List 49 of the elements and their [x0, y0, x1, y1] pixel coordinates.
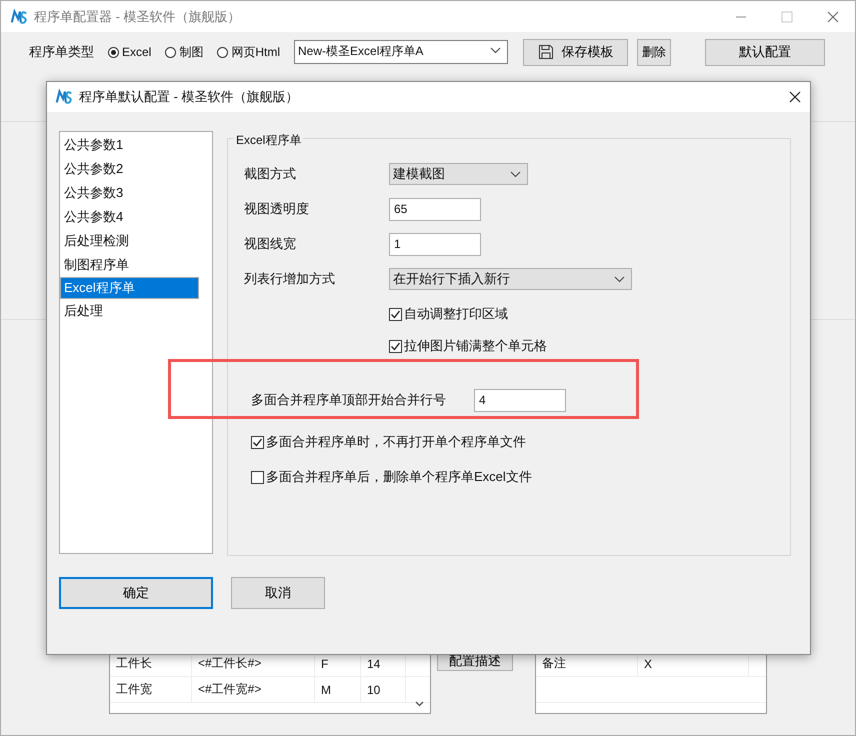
window-title: 程序单配置器 - 模圣软件（旗舰版）: [34, 8, 241, 26]
checkmark-icon: [390, 308, 401, 320]
category-item[interactable]: 后处理: [60, 299, 212, 323]
type-radio[interactable]: 网页Html: [217, 44, 280, 60]
chevron-icon: [614, 276, 625, 282]
field-label: 截图方式: [244, 165, 297, 183]
category-item[interactable]: 公共参数2: [60, 157, 212, 181]
close-icon[interactable]: [789, 91, 801, 103]
input-field[interactable]: 65: [389, 198, 481, 220]
checkmark-icon: [252, 436, 263, 448]
category-item[interactable]: 公共参数1: [60, 133, 212, 157]
save-template-button[interactable]: 保存模板: [523, 38, 628, 66]
category-item[interactable]: 后处理检测: [60, 229, 212, 253]
input-field[interactable]: 4: [474, 388, 566, 412]
field-label: 列表行增加方式: [244, 270, 336, 288]
chevron-icon: [490, 46, 502, 54]
category-item[interactable]: 制图程序单: [60, 253, 212, 277]
scroll-down-icon[interactable]: [415, 701, 424, 707]
logo-icon: [10, 8, 28, 26]
template-dropdown[interactable]: New-模圣Excel程序单A: [294, 40, 508, 64]
default-config-button[interactable]: 默认配置: [705, 38, 826, 66]
option-checkbox[interactable]: 拉伸图片铺满整个单元格: [389, 337, 547, 355]
logo-icon: [55, 88, 73, 106]
ok-button[interactable]: 确定: [59, 577, 213, 609]
category-item[interactable]: Excel程序单: [60, 277, 199, 299]
field-label: 视图线宽: [244, 235, 297, 253]
category-item[interactable]: 公共参数4: [60, 205, 212, 229]
delete-button[interactable]: 删除: [637, 38, 672, 66]
type-label: 程序单类型: [29, 43, 94, 61]
type-radio[interactable]: Excel: [108, 45, 152, 59]
field-label: 视图透明度: [244, 200, 310, 218]
table-cell: 工件宽: [110, 677, 192, 702]
table-cell: M: [315, 677, 361, 702]
option-checkbox[interactable]: 自动调整打印区域: [389, 305, 508, 323]
field-label: 多面合并程序单顶部开始合并行号: [251, 391, 447, 409]
select-field[interactable]: 建模截图: [389, 163, 528, 185]
select-field[interactable]: 在开始行下插入新行: [389, 268, 632, 290]
table-cell: <#工件宽#>: [192, 677, 315, 702]
dialog-title: 程序单默认配置 - 模圣软件（旗舰版）: [79, 88, 299, 106]
floppy-icon: [538, 44, 554, 60]
table-cell: 10: [361, 677, 406, 702]
type-radio[interactable]: 制图: [165, 44, 204, 60]
option-checkbox[interactable]: 多面合并程序单时，不再打开单个程序单文件: [251, 433, 526, 451]
option-checkbox[interactable]: 多面合并程序单后，删除单个程序单Excel文件: [251, 468, 532, 486]
cancel-button[interactable]: 取消: [231, 577, 325, 609]
chevron-icon: [510, 170, 521, 178]
category-item[interactable]: 公共参数3: [60, 181, 212, 205]
checkmark-icon: [390, 340, 401, 352]
input-field[interactable]: 1: [389, 232, 481, 256]
